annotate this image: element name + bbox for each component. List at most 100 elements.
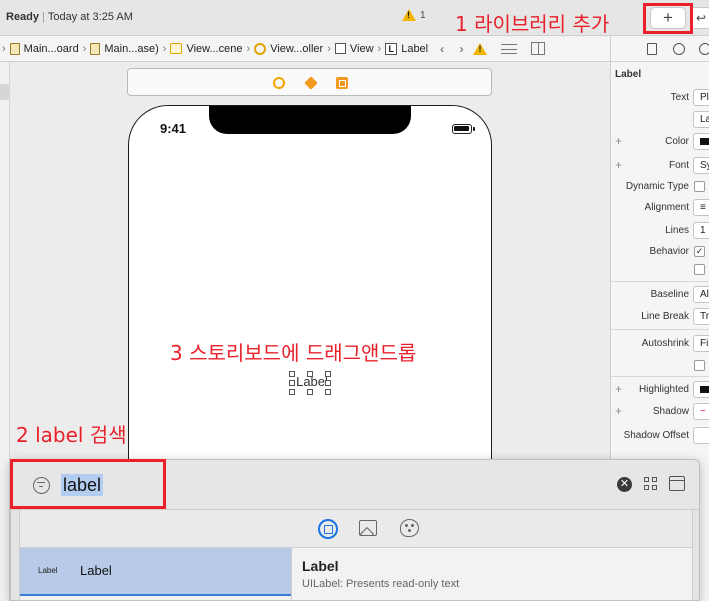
storyboard-icon [9,42,20,55]
row-label: Baseline [650,289,689,300]
history-inspector-icon[interactable] [673,43,685,55]
row-label: Font [668,160,689,171]
battery-icon [452,124,475,134]
highlighted-color-well[interactable] [693,381,709,398]
font-field[interactable]: System [693,157,709,174]
item-name: Label [80,563,112,578]
minimap-lines-icon[interactable] [501,43,518,54]
text-value-field[interactable]: Label [693,111,709,128]
breadcrumb-storyboard-base[interactable]: Main...ase) [88,42,160,55]
chevron-right-icon: › [2,42,6,55]
exit-icon[interactable] [336,77,348,89]
resize-handle[interactable] [307,371,313,377]
shadow-color-well[interactable]: ~ [693,403,709,420]
first-responder-icon[interactable] [304,76,318,90]
split-editor-icon[interactable] [531,42,546,55]
chevron-right-icon: › [377,42,382,55]
inspector-section-title: Label [615,69,642,80]
warning-badge[interactable]: 1 [402,9,426,21]
text-value-row: Label [611,111,709,129]
scene-icon [170,43,183,54]
enabled-checkbox[interactable]: ✓ [694,246,705,257]
detail-description: UILabel: Presents read-only text [302,578,460,590]
dynamic-type-checkbox[interactable] [694,181,705,192]
row-label: Lines [665,225,689,236]
device-notch [209,106,411,134]
plus-icon[interactable]: + [615,404,622,418]
behavior-row-2 [611,261,709,279]
color-swatch [700,137,709,145]
build-time: Today at 3:25 AM [47,11,133,23]
list-item[interactable]: Label Label [20,548,292,596]
breadcrumb-view[interactable]: View [333,43,376,55]
breadcrumb-label: Main...oard [23,42,79,55]
breadcrumb-storyboard[interactable]: Main...oard [8,42,81,55]
text-type-popup[interactable]: Plain [693,89,709,106]
resize-handle[interactable] [325,371,331,377]
objects-tab-icon[interactable] [318,519,338,539]
file-inspector-icon[interactable] [647,43,657,55]
row-label: Shadow Offset [623,430,689,441]
detail-title: Label [302,558,339,574]
view-controller-icon[interactable] [273,77,285,89]
warning-count: 1 [420,9,426,21]
clear-icon[interactable]: ✕ [617,477,632,492]
resize-handle[interactable] [325,380,331,386]
plus-icon[interactable]: + [615,382,622,396]
row-label: Text [670,92,689,103]
storyboard-icon [90,42,101,55]
resize-handle[interactable] [289,380,295,386]
row-label: Shadow [652,406,689,417]
breadcrumb-label-item[interactable]: L Label [383,42,430,55]
inspector-tabs [611,36,709,62]
library-list: Label Label [19,548,292,600]
resize-handle[interactable] [307,389,313,395]
breadcrumb-label: Label [401,42,429,55]
resize-handle[interactable] [325,389,331,395]
breadcrumb-label: View...oller [270,42,324,55]
tighten-spacing-checkbox[interactable] [694,360,705,371]
lines-row: Lines 1 [611,222,709,240]
chevron-right-icon: › [327,42,331,55]
shadow-row: + Shadow ~ [611,403,709,421]
device-frame[interactable]: 9:41 [128,105,492,465]
grid-view-icon[interactable] [644,477,658,491]
plus-icon[interactable]: + [615,158,622,172]
annotation-box-library [643,3,693,34]
annotation-step3: 3 스토리보드에 드래그앤드롭 [170,341,417,365]
color-swatch [700,385,709,393]
detail-panel-icon[interactable] [669,476,685,491]
text-row: Text Plain [611,89,709,107]
chevron-right-icon: › [246,42,251,55]
autoshrink-popup[interactable]: Fixed [693,335,709,352]
font-row: + Font System [611,157,709,175]
row-label: Behavior [649,246,689,257]
baseline-row: Baseline Align [611,286,709,304]
gutter-selection [0,84,10,100]
dynamic-type-row: Dynamic Type [611,178,709,196]
view-icon [334,43,346,54]
resize-handle[interactable] [289,389,295,395]
resize-handle[interactable] [289,371,295,377]
breadcrumb-scene[interactable]: View...cene [168,43,244,55]
breadcrumb-view-controller[interactable]: View...oller [252,42,325,55]
autoshrink-row-2 [611,357,709,375]
line-break-popup[interactable]: Truncate [693,308,709,325]
warning-icon[interactable] [473,42,488,55]
plus-icon[interactable]: + [615,134,622,148]
lines-field[interactable]: 1 [693,222,709,239]
shadow-offset-field[interactable] [693,427,709,444]
alignment-control[interactable]: ≡ [693,199,709,216]
media-tab-icon[interactable] [359,520,377,536]
issue-nav-arrows[interactable]: ‹ › [440,42,469,56]
color-well[interactable] [693,133,709,150]
colors-tab-icon[interactable] [400,519,419,537]
baseline-popup[interactable]: Align [693,286,709,303]
activity-status: Ready | Today at 3:25 AM [6,11,133,23]
help-inspector-icon[interactable] [699,43,709,55]
library-detail: Label UILabel: Presents read-only text [291,548,693,600]
shadow-offset-row: Shadow Offset [611,427,709,445]
library-tabs [19,510,693,548]
highlighted-checkbox[interactable] [694,264,705,275]
warning-icon [402,9,416,21]
